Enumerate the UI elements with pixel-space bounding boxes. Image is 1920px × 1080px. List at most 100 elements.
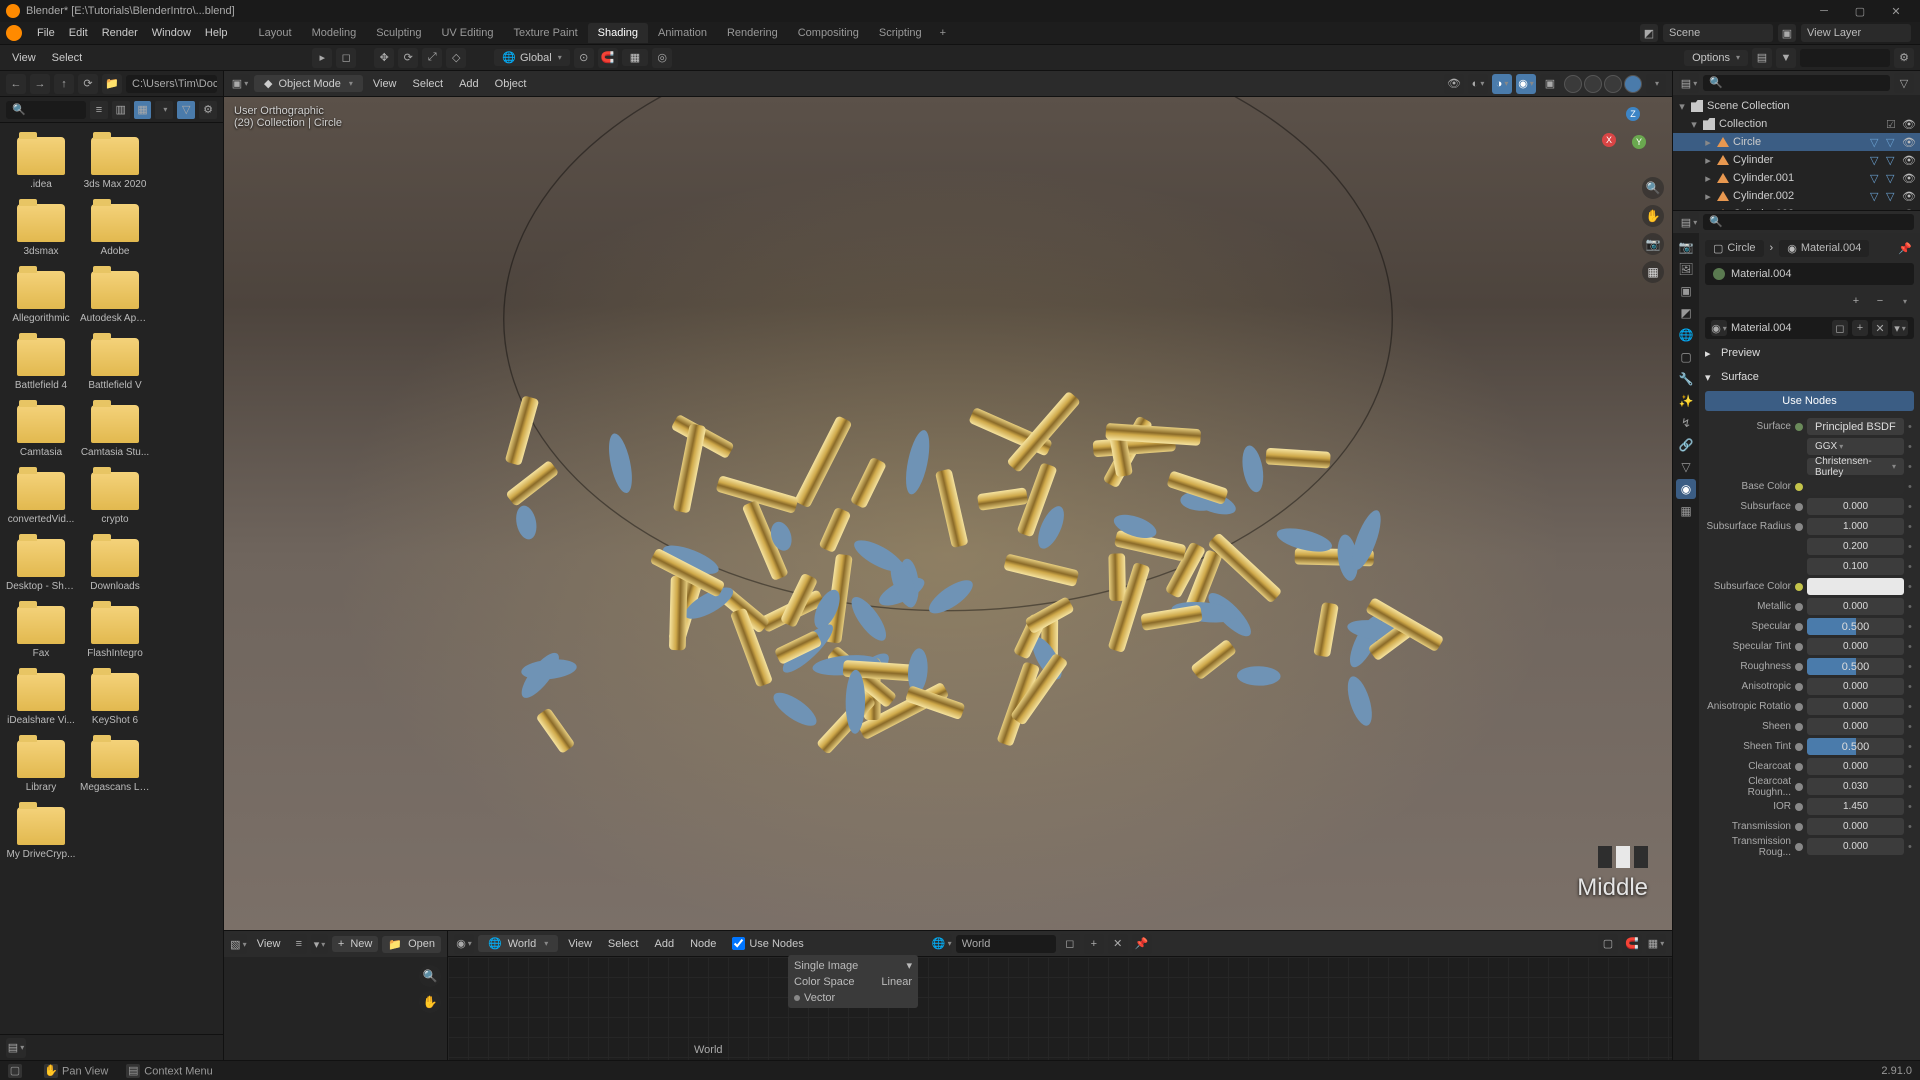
menu-help[interactable]: Help xyxy=(198,27,235,39)
tab-world-icon[interactable]: 🌐 xyxy=(1676,325,1696,345)
outliner-search-top[interactable] xyxy=(1800,49,1890,67)
select-box-icon[interactable]: ◻ xyxy=(336,48,356,68)
workspace-tab-animation[interactable]: Animation xyxy=(648,23,717,43)
folder-item[interactable]: iDealshare Vi... xyxy=(6,667,76,726)
prop-value[interactable]: 0.000 xyxy=(1807,758,1904,775)
tab-mesh-icon[interactable]: ▽ xyxy=(1676,457,1696,477)
menu-window[interactable]: Window xyxy=(145,27,198,39)
folder-item[interactable]: 3dsmax xyxy=(6,198,76,257)
mat-unlink-icon[interactable]: ✕ xyxy=(1872,320,1888,336)
view-cols-icon[interactable]: ▥ xyxy=(112,101,130,119)
surface-shader-dropdown[interactable]: Principled BSDF xyxy=(1807,418,1904,435)
workspace-tab-scripting[interactable]: Scripting xyxy=(869,23,932,43)
world-data-icon[interactable]: 🌐 xyxy=(932,934,952,954)
nav-gizmo[interactable]: X Y Z xyxy=(1602,103,1662,163)
prop-value[interactable]: 0.000 xyxy=(1807,718,1904,735)
material-dot-icon[interactable]: ▽ xyxy=(1886,136,1898,149)
slot-add-icon[interactable]: + xyxy=(1846,291,1866,311)
world-name-field[interactable]: World xyxy=(956,935,1056,953)
transform-gizmo-icon[interactable]: ◇ xyxy=(446,48,466,68)
slot-remove-icon[interactable]: − xyxy=(1870,291,1890,311)
prop-slider[interactable]: 0.500 xyxy=(1807,738,1904,755)
world-new-icon[interactable]: + xyxy=(1084,934,1104,954)
scene-icon[interactable]: ◩ xyxy=(1640,24,1658,42)
cursor-tool-icon[interactable]: ▸ xyxy=(312,48,332,68)
prop-slider[interactable]: 0.500 xyxy=(1807,618,1904,635)
node-shader-type[interactable]: 🌐 World xyxy=(478,935,558,952)
proportional-toggle[interactable]: ◎ xyxy=(652,48,672,68)
fb-editor-type[interactable]: ▤ xyxy=(6,1038,26,1058)
add-workspace-button[interactable]: + xyxy=(932,23,954,43)
view-list-icon[interactable]: ≡ xyxy=(90,101,108,119)
maximize-button[interactable]: ▢ xyxy=(1842,0,1878,22)
gizmo-y-icon[interactable]: Y xyxy=(1632,135,1646,149)
mat-link-type[interactable]: ▾ xyxy=(1892,320,1908,336)
tab-modifier-icon[interactable]: 🔧 xyxy=(1676,369,1696,389)
pan-icon[interactable]: ✋ xyxy=(1642,205,1664,227)
folder-item[interactable]: Camtasia xyxy=(6,399,76,458)
editor-type-3dview[interactable]: ▣ xyxy=(230,74,250,94)
close-button[interactable]: ✕ xyxy=(1878,0,1914,22)
workspace-tab-modeling[interactable]: Modeling xyxy=(302,23,367,43)
prop-value[interactable]: 0.000 xyxy=(1807,638,1904,655)
node-snap-icon[interactable]: 🧲 xyxy=(1622,934,1642,954)
outliner-search[interactable] xyxy=(1703,75,1890,91)
preview-panel-header[interactable]: ▸Preview xyxy=(1705,343,1914,363)
folder-item[interactable]: Desktop - Sho... xyxy=(6,533,76,592)
move-gizmo-icon[interactable]: ✥ xyxy=(374,48,394,68)
shade-rendered-icon[interactable] xyxy=(1624,75,1642,93)
node-snap-type[interactable]: ▦ xyxy=(1646,934,1666,954)
nav-newfolder-icon[interactable]: 📁 xyxy=(102,74,122,94)
outliner-item[interactable]: ▸Circle▽▽👁 xyxy=(1673,133,1920,151)
pin-icon[interactable]: 📌 xyxy=(1898,242,1914,255)
material-dot-icon[interactable]: ▽ xyxy=(1886,190,1898,203)
options-dropdown[interactable]: Options xyxy=(1684,50,1748,66)
tab-physics-icon[interactable]: ↯ xyxy=(1676,413,1696,433)
outliner-item[interactable]: ▸Cylinder.002▽▽👁 xyxy=(1673,187,1920,205)
overlays-toggle-icon[interactable]: ◑ xyxy=(1492,74,1512,94)
outliner-item[interactable]: ▸Cylinder▽▽👁 xyxy=(1673,151,1920,169)
node-menu-select[interactable]: Select xyxy=(602,938,645,950)
node-editor-type[interactable]: ◉ xyxy=(454,934,474,954)
node-option-colorspace[interactable]: Color SpaceLinear xyxy=(790,974,916,990)
xray-toggle-icon[interactable]: ▣ xyxy=(1540,74,1560,94)
use-nodes-input[interactable] xyxy=(732,937,745,950)
folder-item[interactable]: Allegorithmic xyxy=(6,265,76,324)
menu-file[interactable]: File xyxy=(30,27,62,39)
folder-item[interactable]: Autodesk App... xyxy=(80,265,150,324)
folder-item[interactable]: convertedVid... xyxy=(6,466,76,525)
outliner-filter-icon[interactable]: ▽ xyxy=(1894,73,1914,93)
shading-opts-icon[interactable] xyxy=(1646,74,1666,94)
outliner-item[interactable]: ▸Cylinder.001▽▽👁 xyxy=(1673,169,1920,187)
visibility-icon[interactable]: 👁 xyxy=(1902,136,1916,149)
filter-icon[interactable]: ▼ xyxy=(1776,48,1796,68)
shade-solid-icon[interactable] xyxy=(1584,75,1602,93)
tab-scene-icon[interactable]: ◩ xyxy=(1676,303,1696,323)
settings-gear-icon[interactable]: ⚙ xyxy=(199,101,217,119)
modifier-icon[interactable]: ▽ xyxy=(1870,208,1882,211)
workspace-tab-rendering[interactable]: Rendering xyxy=(717,23,788,43)
prop-value[interactable]: 0.000 xyxy=(1807,498,1904,515)
slot-specials-icon[interactable] xyxy=(1894,291,1914,311)
node-canvas[interactable]: Single Image▾ Color SpaceLinear Vector W… xyxy=(448,957,1672,1060)
tab-particle-icon[interactable]: ✨ xyxy=(1676,391,1696,411)
folder-item[interactable]: 3ds Max 2020 xyxy=(80,131,150,190)
folder-item[interactable]: My DriveCryp... xyxy=(6,801,76,860)
prop-slider[interactable]: 0.500 xyxy=(1807,658,1904,675)
img-browse[interactable]: ▾ xyxy=(311,934,328,954)
visibility-icon[interactable]: 👁 xyxy=(1902,208,1916,211)
nav-forward-icon[interactable]: → xyxy=(30,74,50,94)
node-menu-add[interactable]: Add xyxy=(648,938,680,950)
prop-value[interactable]: 0.000 xyxy=(1807,698,1904,715)
surface-panel-header[interactable]: ▾Surface xyxy=(1705,367,1914,387)
persp-ortho-icon[interactable]: ▦ xyxy=(1642,261,1664,283)
node-socket-vector[interactable]: Vector xyxy=(790,990,916,1006)
path-field[interactable]: C:\Users\Tim\Docume... xyxy=(126,75,217,93)
menu-render[interactable]: Render xyxy=(95,27,145,39)
editor-type-icon[interactable]: ▤ xyxy=(1752,48,1772,68)
outliner-collection[interactable]: ▾ Collection ☑👁 xyxy=(1673,115,1920,133)
filter-funnel-icon[interactable]: ▽ xyxy=(177,101,195,119)
folder-item[interactable]: Battlefield V xyxy=(80,332,150,391)
prop-value[interactable]: 1.000 xyxy=(1807,518,1904,535)
view-grid-icon[interactable]: ▦ xyxy=(134,101,152,119)
